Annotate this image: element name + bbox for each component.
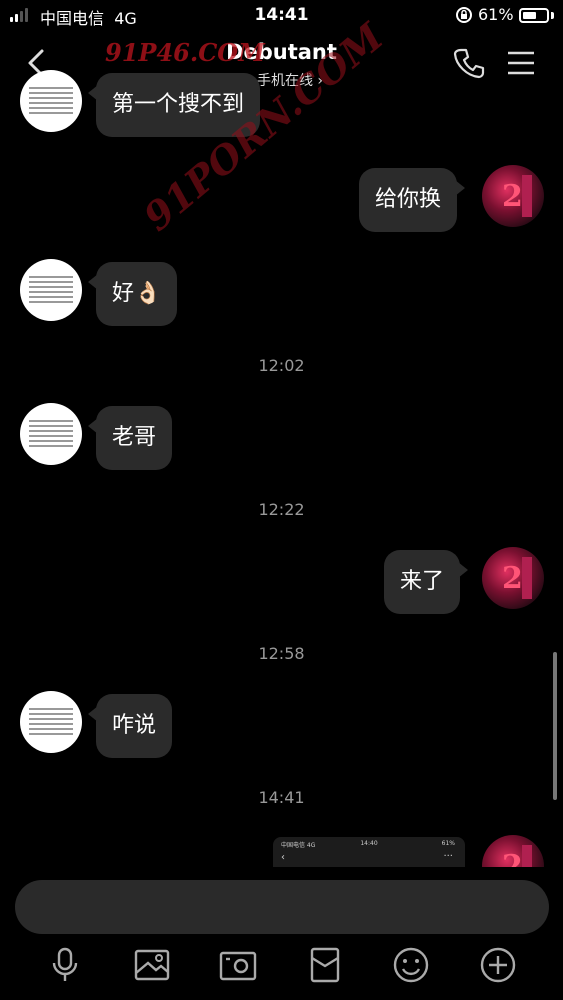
message-bubble[interactable]: 给你换 — [359, 168, 466, 232]
status-bar: 中国电信 4G 14:41 61% — [0, 0, 563, 32]
preview-back-icon: ‹ — [281, 852, 285, 863]
battery-percent: 61% — [478, 5, 514, 24]
menu-icon[interactable] — [506, 50, 536, 76]
my-avatar[interactable]: 2 — [482, 547, 544, 609]
message-timestamp: 14:41 — [258, 788, 305, 807]
preview-more-icon: ··· — [443, 851, 453, 862]
message-bubble[interactable]: 老哥 — [87, 406, 173, 470]
rotation-lock-icon — [456, 7, 472, 23]
emoji-icon[interactable] — [391, 945, 431, 985]
message-timestamp: 12:22 — [258, 500, 305, 519]
contact-avatar[interactable] — [20, 70, 82, 132]
preview-time: 14:40 — [360, 840, 378, 847]
message-bubble[interactable]: 第一个搜不到 — [87, 73, 261, 137]
preview-battery: 61% — [441, 840, 455, 847]
plus-icon[interactable] — [478, 945, 518, 985]
message-input[interactable] — [15, 880, 549, 934]
contact-avatar[interactable] — [20, 403, 82, 465]
scrollbar[interactable] — [553, 652, 557, 800]
chat-header: Debutant 手机在线 › — [0, 32, 563, 94]
message-timestamp: 12:58 — [258, 644, 305, 663]
battery-icon — [519, 8, 549, 23]
message-bubble[interactable]: 咋说 — [87, 694, 173, 758]
message-bubble[interactable]: 好👌🏻 — [87, 262, 178, 326]
camera-icon[interactable] — [218, 945, 258, 985]
contact-avatar[interactable] — [20, 691, 82, 753]
message-bubble[interactable]: 来了 — [384, 550, 469, 614]
message-timestamp: 12:02 — [258, 356, 305, 375]
image-message-thumbnail[interactable]: 中国电信 4G 14:40 61% ‹ ··· — [273, 837, 465, 867]
microphone-icon[interactable] — [45, 945, 85, 985]
contact-avatar[interactable] — [20, 259, 82, 321]
phone-icon[interactable] — [452, 46, 486, 80]
my-avatar[interactable]: 2 — [482, 165, 544, 227]
image-icon[interactable] — [132, 945, 172, 985]
red-packet-icon[interactable] — [305, 945, 345, 985]
